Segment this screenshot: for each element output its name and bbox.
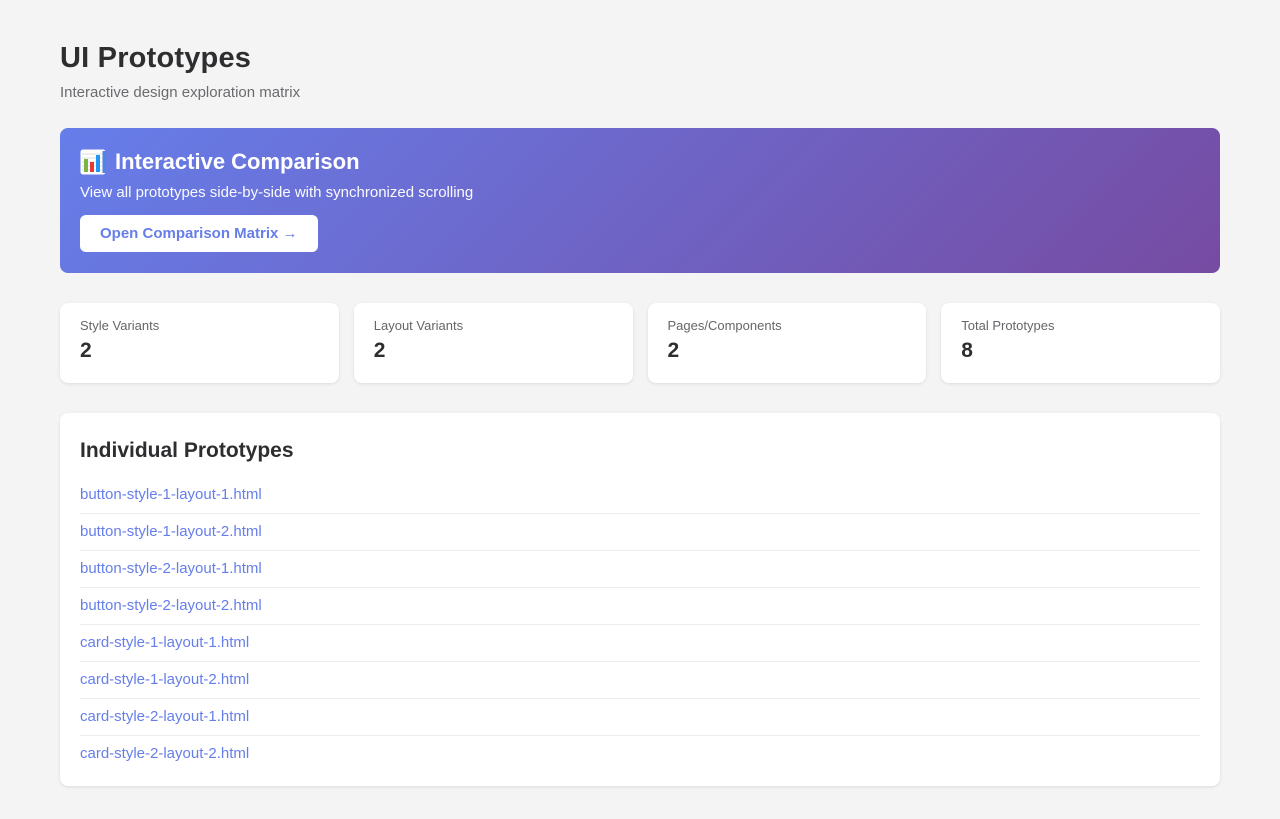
prototype-link[interactable]: button-style-1-layout-1.html	[80, 477, 1200, 513]
prototype-link[interactable]: card-style-2-layout-2.html	[80, 736, 1200, 772]
list-item: button-style-2-layout-1.html	[80, 551, 1200, 588]
list-item: card-style-2-layout-1.html	[80, 699, 1200, 736]
stat-card-layout-variants: Layout Variants 2	[354, 303, 633, 383]
stats-row: Style Variants 2 Layout Variants 2 Pages…	[60, 303, 1220, 383]
stat-value: 2	[374, 339, 613, 363]
stat-card-style-variants: Style Variants 2	[60, 303, 339, 383]
list-item: card-style-1-layout-2.html	[80, 662, 1200, 699]
prototype-link[interactable]: card-style-1-layout-2.html	[80, 662, 1200, 698]
stat-value: 2	[80, 339, 319, 363]
stat-card-total-prototypes: Total Prototypes 8	[941, 303, 1220, 383]
banner-title: Interactive Comparison	[80, 149, 1200, 175]
stat-card-pages-components: Pages/Components 2	[648, 303, 927, 383]
prototype-list: button-style-1-layout-1.html button-styl…	[80, 477, 1200, 772]
list-item: button-style-2-layout-2.html	[80, 588, 1200, 625]
stat-value: 2	[668, 339, 907, 363]
prototype-link[interactable]: button-style-2-layout-2.html	[80, 588, 1200, 624]
comparison-banner: Interactive Comparison View all prototyp…	[60, 128, 1220, 273]
prototype-link[interactable]: button-style-1-layout-2.html	[80, 514, 1200, 550]
page-title: UI Prototypes	[60, 42, 1220, 75]
page-subtitle: Interactive design exploration matrix	[60, 84, 1220, 101]
stat-value: 8	[961, 339, 1200, 363]
prototype-link[interactable]: card-style-2-layout-1.html	[80, 699, 1200, 735]
bar-chart-icon	[80, 149, 106, 175]
open-comparison-matrix-button[interactable]: Open Comparison Matrix →	[80, 215, 318, 252]
stat-label: Layout Variants	[374, 318, 613, 333]
individual-prototypes-card: Individual Prototypes button-style-1-lay…	[60, 413, 1220, 786]
individual-prototypes-heading: Individual Prototypes	[80, 439, 1200, 463]
list-item: card-style-2-layout-2.html	[80, 736, 1200, 772]
banner-title-text: Interactive Comparison	[115, 149, 360, 175]
prototype-link[interactable]: button-style-2-layout-1.html	[80, 551, 1200, 587]
list-item: button-style-1-layout-1.html	[80, 477, 1200, 514]
page-header: UI Prototypes Interactive design explora…	[60, 42, 1220, 101]
prototype-link[interactable]: card-style-1-layout-1.html	[80, 625, 1200, 661]
stat-label: Style Variants	[80, 318, 319, 333]
list-item: button-style-1-layout-2.html	[80, 514, 1200, 551]
banner-description: View all prototypes side-by-side with sy…	[80, 184, 1200, 201]
stat-label: Total Prototypes	[961, 318, 1200, 333]
list-item: card-style-1-layout-1.html	[80, 625, 1200, 662]
stat-label: Pages/Components	[668, 318, 907, 333]
